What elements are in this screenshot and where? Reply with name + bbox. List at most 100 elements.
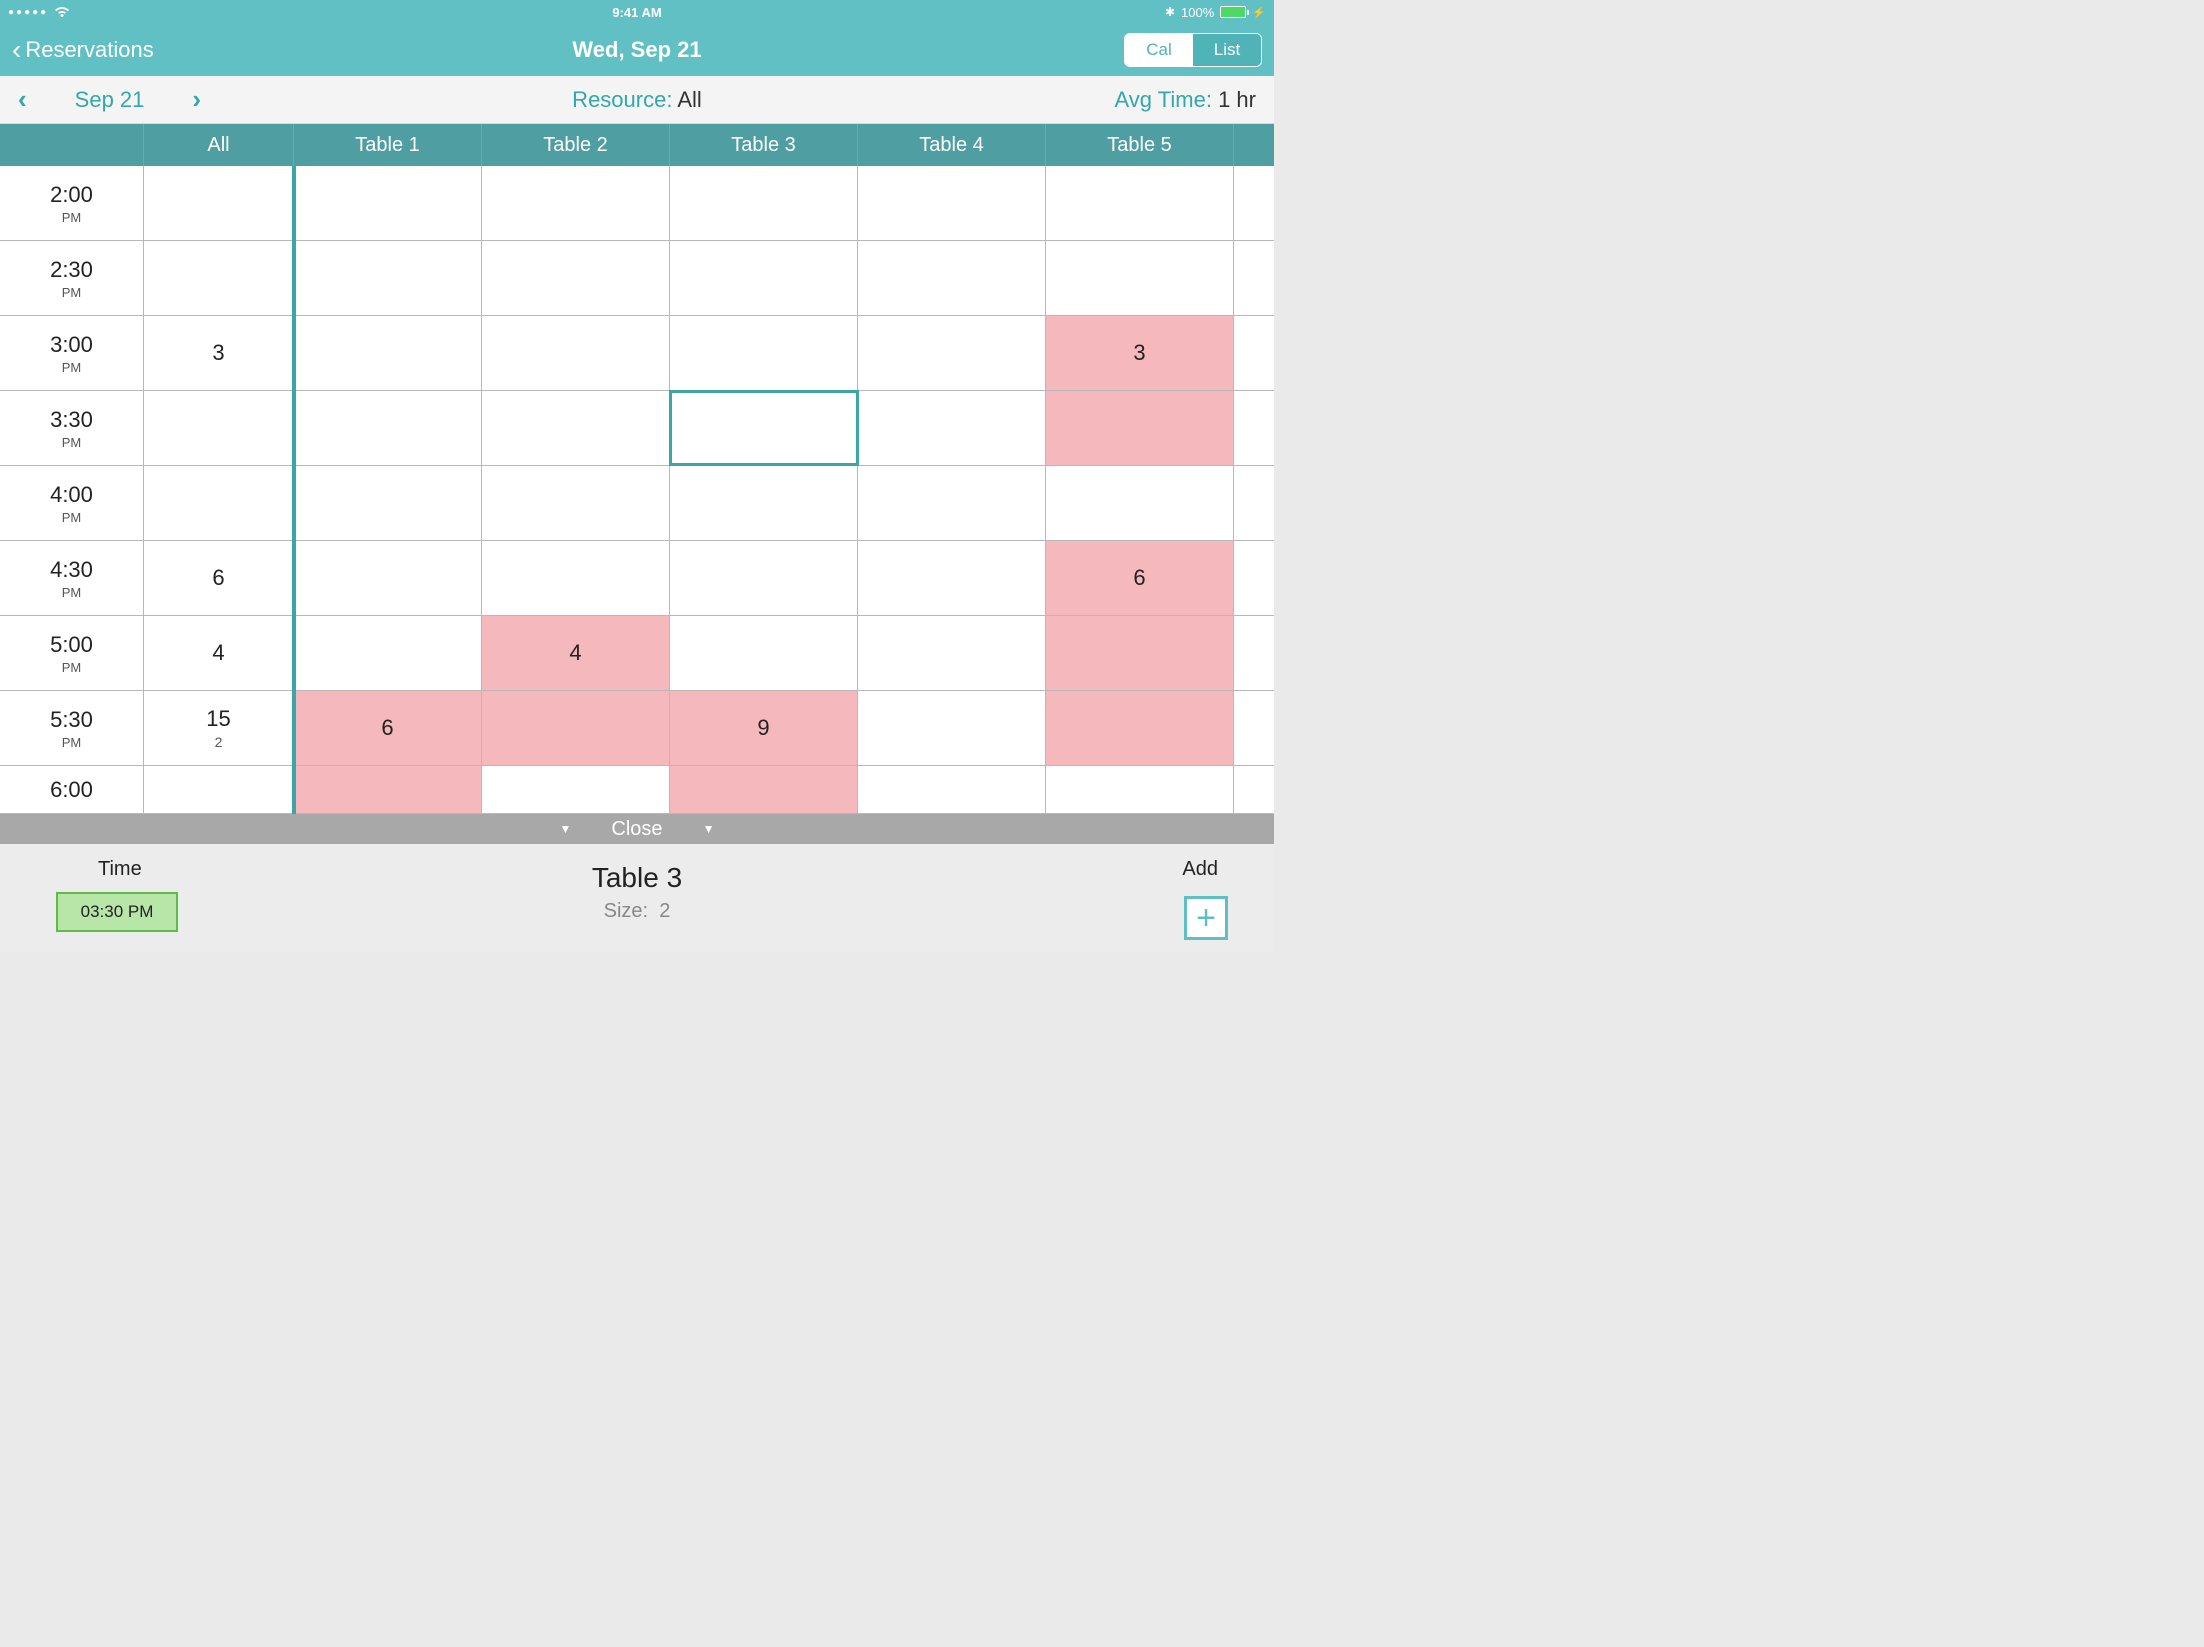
- seg-cal[interactable]: Cal: [1125, 34, 1193, 66]
- back-button[interactable]: ‹ Reservations: [12, 36, 154, 64]
- next-day-button[interactable]: ›: [192, 84, 201, 115]
- all-cell[interactable]: [144, 391, 294, 465]
- slot-cell[interactable]: [1046, 616, 1234, 690]
- all-cell[interactable]: [144, 466, 294, 540]
- header-table-1[interactable]: Table 1: [294, 124, 482, 166]
- slot-cell[interactable]: [858, 241, 1046, 315]
- slot-cell[interactable]: [858, 616, 1046, 690]
- slot-cell[interactable]: [294, 766, 482, 813]
- header-table-3[interactable]: Table 3: [670, 124, 858, 166]
- slot-cell[interactable]: [1046, 691, 1234, 765]
- time-label: Time: [98, 858, 142, 881]
- current-date[interactable]: Sep 21: [75, 87, 145, 113]
- slot-cell[interactable]: [858, 691, 1046, 765]
- all-count: 15: [206, 706, 230, 732]
- edge-cell: [1234, 166, 1274, 240]
- all-count: 3: [212, 340, 224, 366]
- slot-cell[interactable]: [670, 391, 858, 465]
- time-value: 2:00: [50, 182, 93, 208]
- resource-filter[interactable]: Resource: All: [572, 87, 702, 113]
- slot-cell[interactable]: 6: [1046, 541, 1234, 615]
- add-button[interactable]: +: [1184, 896, 1228, 940]
- slot-cell[interactable]: [482, 391, 670, 465]
- all-cell[interactable]: 4: [144, 616, 294, 690]
- sub-bar: ‹ Sep 21 › Resource: All Avg Time: 1 hr: [0, 76, 1274, 124]
- chevron-down-icon: ▼: [703, 822, 715, 836]
- slot-cell[interactable]: [858, 466, 1046, 540]
- grid-row: 5:00 PM 4 4: [0, 616, 1274, 691]
- slot-cell[interactable]: [670, 466, 858, 540]
- slot-cell[interactable]: [294, 391, 482, 465]
- seg-list[interactable]: List: [1193, 34, 1261, 66]
- time-period: PM: [62, 660, 82, 675]
- avg-time[interactable]: Avg Time: 1 hr: [1115, 87, 1256, 113]
- slot-cell[interactable]: [858, 391, 1046, 465]
- slot-cell[interactable]: [482, 766, 670, 813]
- slot-cell[interactable]: 9: [670, 691, 858, 765]
- grid-row: 2:30PM: [0, 241, 1274, 316]
- all-cell[interactable]: 6: [144, 541, 294, 615]
- prev-day-button[interactable]: ‹: [18, 84, 27, 115]
- slot-cell[interactable]: [1046, 166, 1234, 240]
- slot-cell[interactable]: [858, 541, 1046, 615]
- slot-cell[interactable]: [1046, 766, 1234, 813]
- time-cell: 3:30PM: [0, 391, 144, 465]
- slot-cell[interactable]: [482, 541, 670, 615]
- all-cell[interactable]: 152: [144, 691, 294, 765]
- all-count: 4: [212, 640, 224, 666]
- slot-cell[interactable]: [858, 316, 1046, 390]
- all-count: 6: [212, 565, 224, 591]
- slot-cell[interactable]: [482, 691, 670, 765]
- edge-cell: [1234, 541, 1274, 615]
- slot-cell[interactable]: [1046, 391, 1234, 465]
- slot-cell[interactable]: [294, 616, 482, 690]
- header-table-4[interactable]: Table 4: [858, 124, 1046, 166]
- slot-cell[interactable]: [858, 166, 1046, 240]
- all-cell[interactable]: [144, 766, 294, 813]
- chevron-left-icon: ‹: [12, 36, 21, 64]
- all-cell[interactable]: [144, 166, 294, 240]
- time-cell: 5:00 PM: [0, 616, 144, 690]
- time-value: 5:00: [50, 632, 93, 658]
- slot-cell[interactable]: [294, 316, 482, 390]
- grid-row: 4:30PM66: [0, 541, 1274, 616]
- all-cell[interactable]: 3: [144, 316, 294, 390]
- slot-cell[interactable]: [482, 466, 670, 540]
- header-all[interactable]: All: [144, 124, 294, 166]
- size-value: 2: [659, 900, 670, 922]
- time-period: PM: [62, 435, 82, 450]
- nav-bar: ‹ Reservations Wed, Sep 21 Cal List: [0, 24, 1274, 76]
- slot-cell[interactable]: [294, 466, 482, 540]
- time-period: PM: [62, 210, 82, 225]
- slot-cell[interactable]: [294, 241, 482, 315]
- slot-cell[interactable]: [670, 316, 858, 390]
- slot-cell[interactable]: [1046, 466, 1234, 540]
- grid-row: 2:00 PM: [0, 166, 1274, 241]
- slot-cell[interactable]: 6: [294, 691, 482, 765]
- slot-cell[interactable]: 3: [1046, 316, 1234, 390]
- wifi-icon: [54, 6, 70, 18]
- slot-cell[interactable]: [670, 766, 858, 813]
- slot-cell[interactable]: [294, 166, 482, 240]
- slot-cell[interactable]: [670, 241, 858, 315]
- time-cell: 3:00PM: [0, 316, 144, 390]
- time-cell: 2:30PM: [0, 241, 144, 315]
- slot-cell[interactable]: [1046, 241, 1234, 315]
- detail-panel: Time 03:30 PM Table 3 Size: 2 Add +: [0, 844, 1274, 952]
- header-table-2[interactable]: Table 2: [482, 124, 670, 166]
- slot-cell[interactable]: [482, 241, 670, 315]
- slot-cell[interactable]: 4: [482, 616, 670, 690]
- close-panel-button[interactable]: ▼ Close ▼: [0, 814, 1274, 844]
- current-time-line: [292, 166, 296, 814]
- slot-cell[interactable]: [482, 316, 670, 390]
- header-table-5[interactable]: Table 5: [1046, 124, 1234, 166]
- slot-cell[interactable]: [670, 166, 858, 240]
- slot-cell[interactable]: [670, 541, 858, 615]
- slot-cell[interactable]: [670, 616, 858, 690]
- slot-cell[interactable]: [482, 166, 670, 240]
- all-cell[interactable]: [144, 241, 294, 315]
- slot-cell[interactable]: [294, 541, 482, 615]
- slot-cell[interactable]: [858, 766, 1046, 813]
- time-picker[interactable]: 03:30 PM: [56, 892, 178, 932]
- size-label: Size:: [604, 900, 648, 922]
